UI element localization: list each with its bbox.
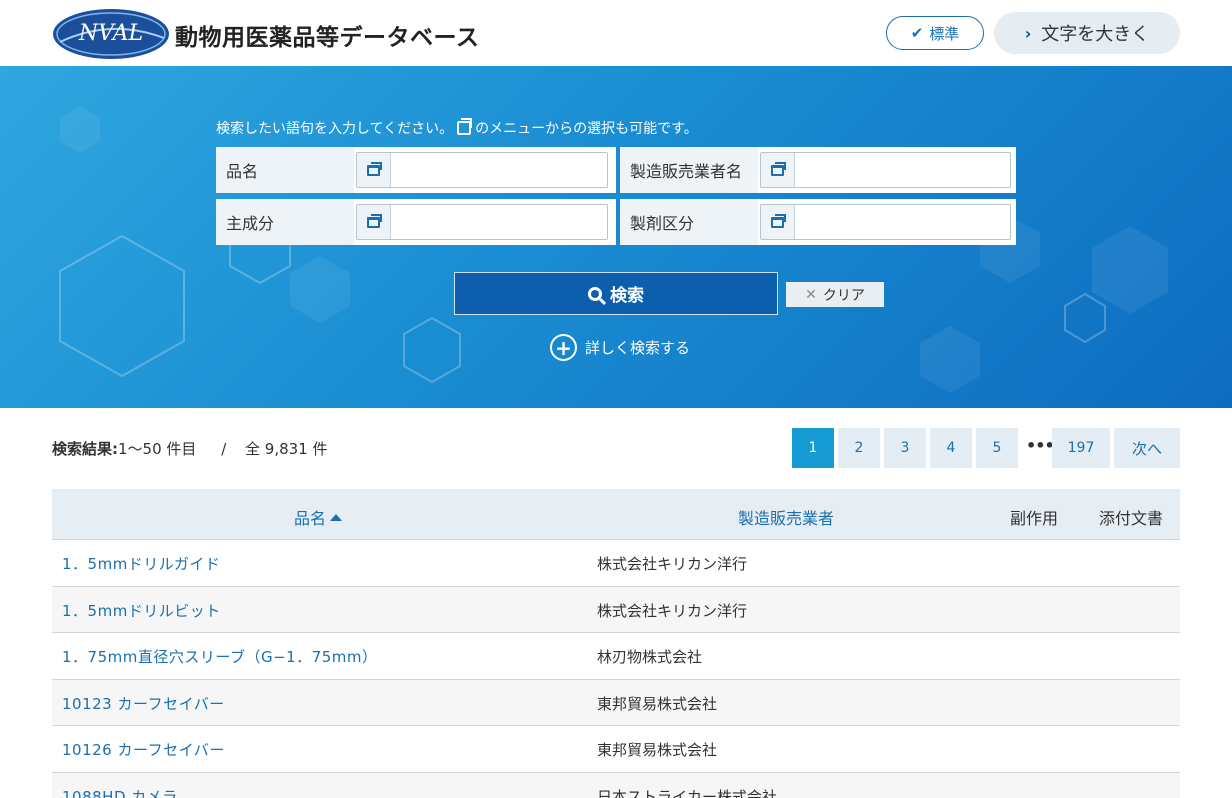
page-3-button[interactable]: 3 <box>884 428 926 468</box>
side-effects-column-header: 副作用 <box>1010 509 1059 528</box>
table-row: 1．75mm直径穴スリーブ（G−1．75mm） 林刃物株式会社 <box>52 633 1180 680</box>
page-4-button[interactable]: 4 <box>930 428 972 468</box>
product-name-input[interactable] <box>391 153 607 187</box>
product-name-label: 品名 <box>216 147 354 193</box>
sort-ascending-icon <box>330 514 343 521</box>
pagination-ellipsis: ••• <box>1026 436 1055 455</box>
check-icon: ✔ <box>910 24 924 42</box>
maker-name-cell: 日本ストライカー株式会社 <box>597 787 778 798</box>
search-icon <box>588 286 602 301</box>
main-ingredient-label: 主成分 <box>216 199 354 245</box>
close-icon: ✕ <box>805 286 817 303</box>
large-text-label: 文字を大きく <box>1041 24 1150 45</box>
large-text-button[interactable]: › 文字を大きく <box>994 12 1180 54</box>
maker-column-header[interactable]: 製造販売業者 <box>738 505 834 529</box>
menu-window-icon <box>457 118 473 135</box>
formulation-type-menu-button[interactable] <box>761 205 795 239</box>
product-name-link[interactable]: 10126 カーフセイバー <box>62 739 225 760</box>
formulation-type-label: 製剤区分 <box>620 199 758 245</box>
main-ingredient-input[interactable] <box>391 205 607 239</box>
standard-size-label: 標準 <box>929 24 960 43</box>
main-ingredient-menu-button[interactable] <box>357 205 391 239</box>
results-summary: 検索結果:1〜50 件目 / 全 9,831 件 <box>52 438 328 459</box>
page-5-button[interactable]: 5 <box>976 428 1018 468</box>
site-title[interactable]: 動物用医薬品等データベース <box>175 18 479 52</box>
site-header: NVAL 動物用医薬品等データベース ✔ 標準 › 文字を大きく <box>0 0 1232 66</box>
main-ingredient-field-row: 主成分 <box>216 199 616 245</box>
page-2-button[interactable]: 2 <box>838 428 880 468</box>
advanced-search-link[interactable]: + 詳しく検索する <box>550 334 690 361</box>
hint-text-start: 検索したい語句を入力してください。 <box>216 121 454 137</box>
clear-button-label: クリア <box>822 287 865 304</box>
hint-text-end: のメニューからの選択も可能です。 <box>475 121 698 137</box>
maker-name-cell: 東邦貿易株式会社 <box>597 741 718 759</box>
maker-name-label: 製造販売業者名 <box>620 147 758 193</box>
window-icon <box>771 161 786 176</box>
table-row: 10126 カーフセイバー 東邦貿易株式会社 <box>52 726 1180 773</box>
table-row: 1．5mmドリルガイド 株式会社キリカン洋行 <box>52 540 1180 587</box>
formulation-type-input-box <box>760 204 1011 240</box>
results-table: 品名 製造販売業者 副作用 添付文書 1．5mmドリルガイド 株式会社キリカン洋… <box>52 489 1180 798</box>
maker-name-input-box <box>760 152 1011 188</box>
results-range: 1〜50 件目 <box>118 440 197 458</box>
advanced-search-label: 詳しく検索する <box>585 339 691 357</box>
product-name-link[interactable]: 1．5mmドリルガイド <box>62 553 220 574</box>
results-total: 全 9,831 件 <box>245 440 328 458</box>
product-name-field-row: 品名 <box>216 147 616 193</box>
window-icon <box>367 161 382 176</box>
chevron-right-icon: › <box>1024 23 1032 43</box>
page-1-button[interactable]: 1 <box>792 428 834 468</box>
search-button[interactable]: 検索 <box>454 272 778 315</box>
results-separator: / <box>221 440 227 458</box>
page-last-button[interactable]: 197 <box>1052 428 1110 468</box>
maker-name-cell: 東邦貿易株式会社 <box>597 694 718 713</box>
maker-name-cell: 林刃物株式会社 <box>597 648 703 666</box>
maker-name-cell: 株式会社キリカン洋行 <box>597 601 748 620</box>
results-summary-label: 検索結果: <box>52 440 118 458</box>
formulation-type-input[interactable] <box>795 205 1010 239</box>
formulation-type-field-row: 製剤区分 <box>620 199 1016 245</box>
maker-name-cell: 株式会社キリカン洋行 <box>597 555 748 573</box>
table-row: 10123 カーフセイバー 東邦貿易株式会社 <box>52 679 1180 726</box>
product-name-link[interactable]: 1．75mm直径穴スリーブ（G−1．75mm） <box>62 646 378 667</box>
plus-circle-icon: + <box>550 334 577 361</box>
search-hint: 検索したい語句を入力してください。 のメニューからの選択も可能です。 <box>216 118 698 138</box>
product-name-link[interactable]: 10123 カーフセイバー <box>62 693 225 714</box>
product-name-column-header[interactable]: 品名 <box>294 505 343 529</box>
product-name-link[interactable]: 1．5mmドリルビット <box>62 600 221 621</box>
standard-size-button[interactable]: ✔ 標準 <box>886 16 984 50</box>
window-icon <box>367 213 382 228</box>
main-ingredient-input-box <box>356 204 608 240</box>
maker-name-menu-button[interactable] <box>761 153 795 187</box>
clear-button[interactable]: ✕ クリア <box>786 282 884 307</box>
package-insert-column-header: 添付文書 <box>1099 509 1164 528</box>
maker-name-input[interactable] <box>795 153 1010 187</box>
search-button-label: 検索 <box>610 286 644 306</box>
product-name-input-box <box>356 152 608 188</box>
window-icon <box>771 213 786 228</box>
product-name-link[interactable]: 1088HD カメラ <box>62 786 178 798</box>
product-name-column-label: 品名 <box>294 509 327 528</box>
logo-text: NVAL <box>78 21 143 46</box>
maker-name-field-row: 製造販売業者名 <box>620 147 1016 193</box>
table-row: 1088HD カメラ 日本ストライカー株式会社 <box>52 772 1180 798</box>
table-header: 品名 製造販売業者 副作用 添付文書 <box>52 489 1180 540</box>
nval-logo[interactable]: NVAL <box>52 8 170 60</box>
next-page-button[interactable]: 次へ <box>1114 428 1180 468</box>
table-row: 1．5mmドリルビット 株式会社キリカン洋行 <box>52 586 1180 633</box>
search-panel: 検索したい語句を入力してください。 のメニューからの選択も可能です。 品名 製造… <box>0 66 1232 408</box>
product-name-menu-button[interactable] <box>357 153 391 187</box>
